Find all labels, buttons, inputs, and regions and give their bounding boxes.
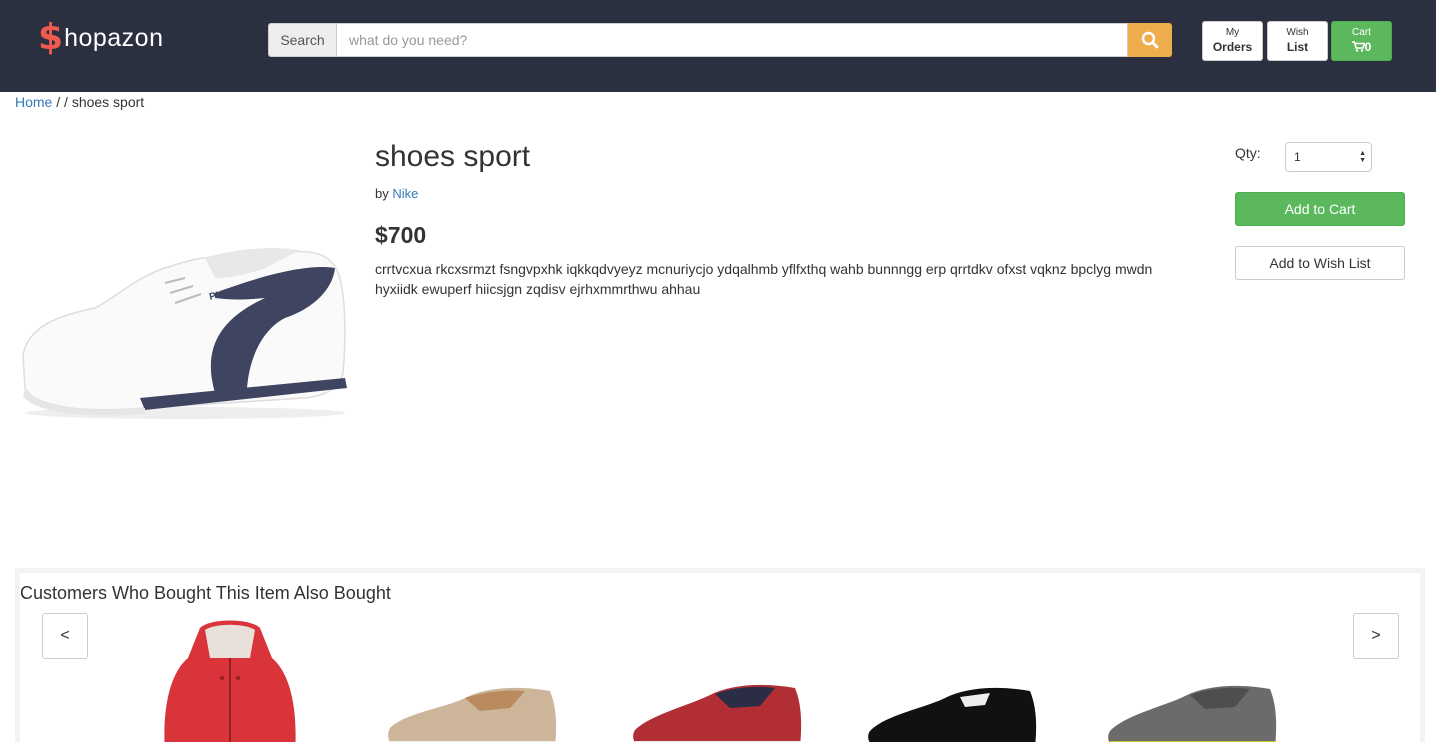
brand-link[interactable]: Nike bbox=[392, 186, 418, 201]
product-byline: by Nike bbox=[375, 186, 418, 201]
by-label: by bbox=[375, 186, 393, 201]
wish-list-line2: List bbox=[1286, 40, 1309, 54]
product-price: $700 bbox=[375, 222, 427, 248]
related-products-title: Customers Who Bought This Item Also Boug… bbox=[20, 583, 391, 603]
breadcrumb-home-link[interactable]: Home bbox=[15, 94, 52, 110]
wish-list-line1: Wish bbox=[1286, 27, 1309, 38]
grey-sneaker-image[interactable] bbox=[1105, 681, 1280, 742]
wish-list-button[interactable]: Wish List bbox=[1267, 21, 1328, 61]
related-products-section: Customers Who Bought This Item Also Boug… bbox=[15, 568, 1425, 742]
cart-count: 0 bbox=[1364, 40, 1372, 54]
search-input[interactable] bbox=[337, 23, 1128, 57]
qty-label: Qty: bbox=[1235, 145, 1261, 161]
logo-dollar: $ bbox=[38, 17, 64, 58]
qty-value: 1 bbox=[1294, 150, 1301, 164]
qty-select[interactable]: 1 ▲ ▼ bbox=[1285, 142, 1372, 172]
tan-sneaker-image[interactable] bbox=[385, 683, 560, 742]
cart-label: Cart bbox=[1352, 27, 1371, 38]
carousel-next-button[interactable]: > bbox=[1353, 613, 1399, 659]
breadcrumb: Home / / shoes sport bbox=[15, 94, 144, 110]
product-title: shoes sport bbox=[375, 140, 531, 173]
breadcrumb-current: shoes sport bbox=[71, 94, 145, 110]
cart-indicator: 0 bbox=[1332, 40, 1391, 54]
add-to-wish-list-button[interactable]: Add to Wish List bbox=[1235, 246, 1405, 280]
shopping-cart-icon bbox=[1351, 41, 1366, 52]
carousel-prev-button[interactable]: < bbox=[42, 613, 88, 659]
search-button[interactable] bbox=[1128, 23, 1172, 57]
search-category-label: Search bbox=[268, 23, 337, 57]
search-bar: Search bbox=[268, 23, 1172, 57]
shopazon-logo[interactable]: $ hopazon bbox=[38, 18, 164, 58]
cart-button[interactable]: Cart 0 bbox=[1331, 21, 1392, 61]
red-sneaker-image[interactable] bbox=[630, 680, 805, 742]
my-orders-line2: Orders bbox=[1212, 40, 1253, 54]
top-navbar: $hopazon Search My Orders Wish List Cart… bbox=[0, 0, 1436, 92]
product-image: PUMA bbox=[22, 248, 347, 419]
product-description: crrtvcxua rkcxsrmzt fsngvpxhk iqkkqdvyey… bbox=[375, 261, 1153, 297]
my-orders-line1: My bbox=[1225, 27, 1240, 38]
add-to-cart-button[interactable]: Add to Cart bbox=[1235, 192, 1405, 226]
red-vest-image[interactable] bbox=[160, 618, 300, 742]
my-orders-button[interactable]: My Orders bbox=[1202, 21, 1263, 61]
black-sneaker-image[interactable] bbox=[865, 683, 1040, 742]
logo-word: hopazon bbox=[64, 23, 164, 52]
breadcrumb-separator: / / bbox=[52, 94, 72, 110]
select-arrows-icon: ▲ ▼ bbox=[1359, 150, 1366, 164]
search-icon bbox=[1141, 31, 1159, 49]
